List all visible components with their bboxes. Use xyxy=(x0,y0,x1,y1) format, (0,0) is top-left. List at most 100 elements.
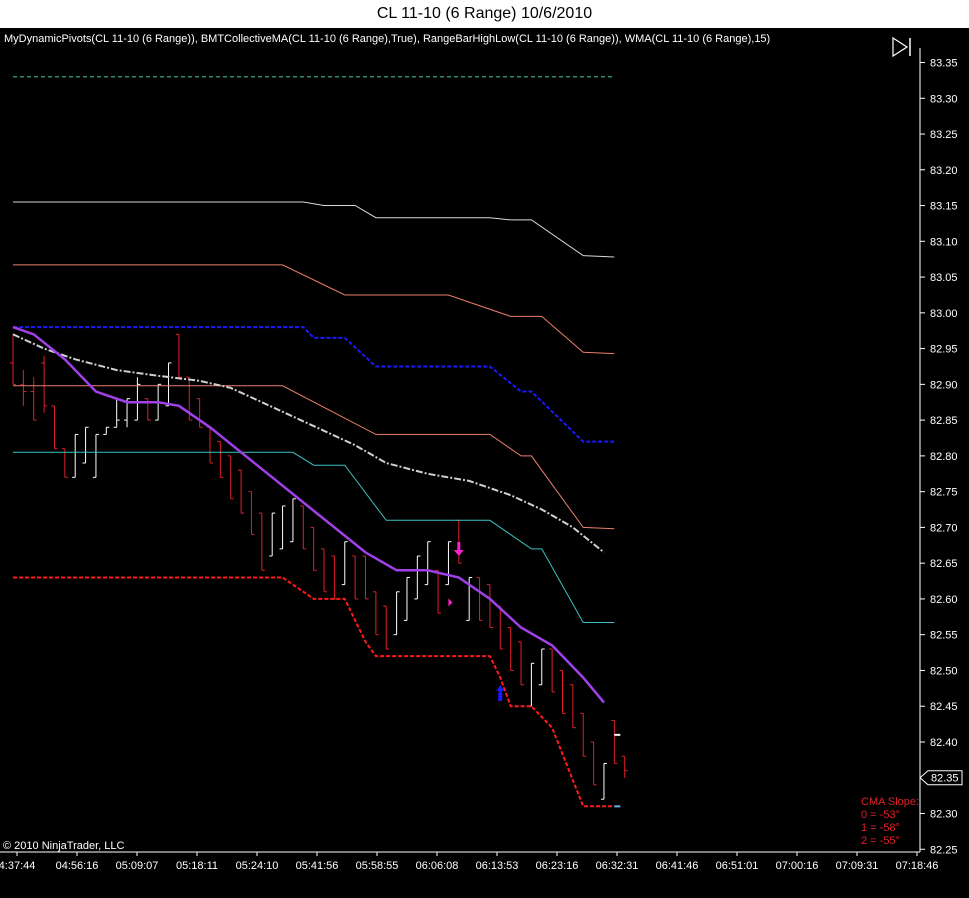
series-line-wma xyxy=(12,325,605,704)
current-price-label: 82.35 xyxy=(931,773,959,785)
price-bar xyxy=(580,712,587,757)
y-tick-label: 82.60 xyxy=(930,594,958,606)
price-bar xyxy=(20,370,27,406)
price-bar xyxy=(393,591,400,636)
y-tick-label: 83.30 xyxy=(930,93,958,105)
x-tick-label: 06:51:01 xyxy=(716,860,759,872)
y-tick-label: 83.05 xyxy=(930,272,958,284)
series-line-r1 xyxy=(13,264,615,355)
copyright-text: © 2010 NinjaTrader, LLC xyxy=(3,840,125,852)
x-tick-label: 05:58:55 xyxy=(356,860,399,872)
x-tick-label: 05:18:11 xyxy=(176,860,218,872)
price-bar xyxy=(310,526,317,571)
y-tick-label: 83.10 xyxy=(930,236,958,248)
price-bar xyxy=(175,333,182,378)
slope-title: CMA Slope: xyxy=(861,796,920,808)
price-bar xyxy=(51,405,58,450)
price-bar xyxy=(10,334,16,385)
x-tick-label: 05:24:10 xyxy=(236,860,279,872)
price-bar xyxy=(238,469,245,514)
price-bar xyxy=(486,584,493,629)
series-line-cma xyxy=(12,333,605,554)
y-tick-label: 83.25 xyxy=(930,129,958,141)
x-tick-label: 05:09:07 xyxy=(116,860,159,872)
y-tick-label: 82.55 xyxy=(930,630,958,642)
price-bar xyxy=(507,627,514,671)
price-bar xyxy=(600,762,607,800)
price-bar xyxy=(321,548,328,593)
price-bar xyxy=(497,605,504,650)
price-bar xyxy=(300,505,307,550)
price-bar xyxy=(445,541,452,586)
price-bar xyxy=(611,720,618,764)
price-bar xyxy=(82,426,89,464)
price-bar xyxy=(103,426,110,435)
price-bar xyxy=(92,433,99,478)
x-tick-label: 07:09:31 xyxy=(836,860,879,872)
y-tick-label: 82.45 xyxy=(930,701,958,713)
price-bar xyxy=(289,498,296,543)
price-bar xyxy=(30,377,37,421)
price-bar xyxy=(248,491,255,536)
price-bar xyxy=(590,741,597,786)
price-bar xyxy=(258,512,265,571)
price-bar xyxy=(217,441,224,478)
price-bar xyxy=(476,576,483,621)
x-tick-label: 07:18:46 xyxy=(896,860,939,872)
price-chart[interactable]: 83.35 83.30 83.25 83.20 83.15 83.10 83.05 83.00… xyxy=(0,0,969,898)
price-bar xyxy=(72,433,79,478)
y-tick-label: 82.65 xyxy=(930,558,958,570)
price-bar xyxy=(455,519,462,564)
y-tick-label: 82.50 xyxy=(930,665,958,677)
price-bar xyxy=(41,355,48,413)
y-tick-label: 82.85 xyxy=(930,415,958,427)
price-bar xyxy=(518,641,525,686)
y-tick-label: 82.30 xyxy=(930,809,958,821)
price-bar xyxy=(61,448,68,478)
down-arrow-signal xyxy=(453,542,464,557)
axes: 83.35 83.30 83.25 83.20 83.15 83.10 83.05 83.00… xyxy=(0,48,963,872)
price-bar xyxy=(528,662,535,707)
price-bar xyxy=(331,555,338,600)
diamond-signal xyxy=(448,598,453,607)
price-bar xyxy=(414,555,421,600)
price-bar xyxy=(352,555,359,600)
up-arrow-tail xyxy=(498,693,503,702)
price-bar xyxy=(341,541,348,586)
price-bar xyxy=(362,555,369,600)
price-bar xyxy=(279,505,286,550)
price-bar xyxy=(424,541,431,586)
signal-markers xyxy=(448,542,621,808)
x-tick-label: 06:13:53 xyxy=(476,860,519,872)
x-tick-label: 06:23:16 xyxy=(536,860,579,872)
price-bar xyxy=(165,362,172,407)
price-bar xyxy=(372,591,379,636)
y-tick-label: 82.90 xyxy=(930,379,958,391)
y-tick-label: 83.15 xyxy=(930,201,958,213)
skip-to-end-icon xyxy=(892,36,911,58)
y-tick-label: 82.75 xyxy=(930,487,958,499)
price-bar xyxy=(549,648,556,693)
price-bar xyxy=(383,605,390,650)
x-tick-label: 06:32:31 xyxy=(596,860,639,872)
price-bar xyxy=(113,398,120,428)
skip-to-end-button[interactable] xyxy=(890,36,914,58)
slope-line-2: 2 = -55° xyxy=(861,835,900,847)
price-bar xyxy=(569,684,576,729)
slope-line-0: 0 = -53° xyxy=(861,809,900,821)
price-bar xyxy=(206,426,213,464)
y-tick-label: 83.00 xyxy=(930,308,958,320)
y-tick-label: 83.20 xyxy=(930,165,958,177)
slope-line-1: 1 = -58° xyxy=(861,822,900,834)
y-tick-label: 82.95 xyxy=(930,344,958,356)
price-bar xyxy=(134,377,141,421)
y-tick-label: 82.70 xyxy=(930,522,958,534)
price-bar xyxy=(559,669,566,714)
series-line-low_line xyxy=(13,576,615,808)
price-bar xyxy=(538,648,545,686)
price-bar xyxy=(227,455,234,500)
cma-slope-box: CMA Slope: 0 = -53° 1 = -58° 2 = -55° xyxy=(861,796,919,848)
y-tick-label: 83.35 xyxy=(930,58,958,70)
y-tick-label: 82.40 xyxy=(930,737,958,749)
price-bar xyxy=(269,512,276,557)
